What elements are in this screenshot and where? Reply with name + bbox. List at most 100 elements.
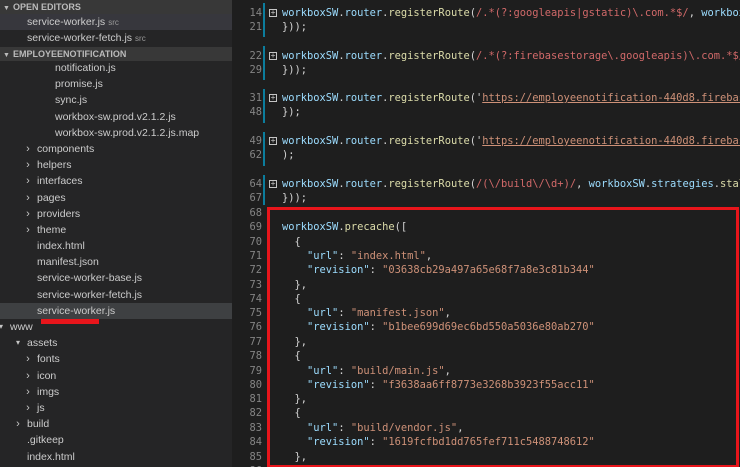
- code-line: }));: [282, 63, 307, 77]
- line-number: 76: [249, 321, 262, 333]
- explorer-sidebar: ▼ OPEN EDITORS service-worker.js src servic…: [0, 0, 232, 467]
- code-token: }));: [282, 21, 308, 33]
- chevron-right-icon[interactable]: ›: [23, 222, 33, 238]
- line-number: 80: [249, 379, 262, 391]
- code-line: workboxSW.router.registerRoute(/.*(?:goo…: [282, 6, 740, 20]
- tree-folder[interactable]: › icon: [0, 368, 232, 384]
- code-line: workboxSW.router.registerRoute('https://…: [282, 134, 740, 148]
- tree-folder[interactable]: › components: [0, 141, 232, 157]
- code-line: );: [282, 148, 295, 162]
- tree-item-label: service-worker-fetch.js: [37, 288, 143, 301]
- fold-expand-icon[interactable]: +: [269, 9, 277, 17]
- chevron-right-icon[interactable]: ›: [23, 157, 33, 173]
- tree-file[interactable]: service-worker.js: [0, 302, 232, 319]
- code-token: /(\/build\/\d+)/: [475, 178, 577, 190]
- chevron-down-icon[interactable]: ▾: [0, 319, 6, 335]
- code-line: });: [282, 105, 301, 119]
- precache-highlight-box: [267, 207, 739, 467]
- chevron-right-icon[interactable]: ›: [23, 400, 33, 416]
- open-editor-item[interactable]: service-worker-fetch.js src: [0, 30, 232, 46]
- chevron-down-icon[interactable]: ▾: [13, 335, 23, 351]
- code-token: workboxSW: [282, 178, 339, 190]
- code-token: workboxSW: [282, 7, 339, 19]
- tree-file[interactable]: notification.js: [0, 60, 232, 76]
- chevron-right-icon[interactable]: ›: [23, 206, 33, 222]
- tree-folder[interactable]: › helpers: [0, 157, 232, 173]
- tree-item-label: pages: [37, 191, 66, 204]
- tree-file[interactable]: sync.js: [0, 92, 232, 108]
- line-number: 79: [249, 365, 262, 377]
- tree-folder[interactable]: ▾ assets: [0, 335, 232, 351]
- tree-item-label: providers: [37, 207, 81, 220]
- line-number: 22: [249, 50, 262, 62]
- fold-expand-icon[interactable]: +: [269, 94, 277, 102]
- tree-folder[interactable]: › js: [0, 400, 232, 416]
- open-editors-header[interactable]: ▼ OPEN EDITORS: [0, 0, 232, 14]
- tree-item-label: components: [37, 142, 95, 155]
- chevron-right-icon[interactable]: ›: [23, 368, 33, 384]
- chevron-right-icon[interactable]: ›: [23, 384, 33, 400]
- tree-item-label: imgs: [37, 385, 60, 398]
- chevron-right-icon[interactable]: ›: [23, 173, 33, 189]
- code-token: });: [282, 106, 301, 118]
- line-number: 82: [249, 407, 262, 419]
- chevron-right-icon[interactable]: ›: [23, 141, 33, 157]
- tree-folder[interactable]: › interfaces: [0, 173, 232, 189]
- fold-expand-icon[interactable]: +: [269, 52, 277, 60]
- line-number: 69: [249, 221, 262, 233]
- code-token: (': [469, 92, 483, 104]
- tree-folder[interactable]: › pages: [0, 190, 232, 206]
- code-token: registerRoute: [388, 92, 470, 104]
- line-number: 78: [249, 350, 262, 362]
- line-number: 21: [249, 21, 262, 33]
- tree-file[interactable]: service-worker-base.js: [0, 270, 232, 286]
- tree-file[interactable]: .gitkeep: [0, 432, 232, 448]
- modified-gutter-bar: [263, 89, 265, 123]
- tree-folder[interactable]: › providers: [0, 206, 232, 222]
- tree-folder[interactable]: › build: [0, 416, 232, 432]
- line-number: 14: [249, 7, 262, 19]
- code-token: https://employeenotification-440d8.fireb…: [482, 92, 740, 104]
- code-line: }));: [282, 20, 307, 34]
- tree-file[interactable]: service-worker-fetch.js: [0, 287, 232, 303]
- tree-file[interactable]: promise.js: [0, 76, 232, 92]
- fold-expand-icon[interactable]: +: [269, 180, 277, 188]
- line-number: 70: [249, 236, 262, 248]
- tree-folder[interactable]: › fonts: [0, 351, 232, 367]
- code-token: (': [469, 135, 483, 147]
- tree-folder[interactable]: › theme: [0, 222, 232, 238]
- line-number: 75: [249, 307, 262, 319]
- tree-item-label: js: [37, 401, 45, 414]
- code-token: router: [344, 178, 383, 190]
- open-editor-item[interactable]: service-worker.js src: [0, 14, 232, 30]
- code-token: workboxSW: [701, 7, 740, 19]
- code-token: router: [344, 92, 383, 104]
- project-header[interactable]: ▼ EMPLOYEENOTIFICATION: [0, 47, 232, 61]
- tree-folder[interactable]: ▾ www: [0, 319, 232, 335]
- line-number: 48: [249, 106, 262, 118]
- tree-item-label: service-worker.js: [37, 304, 116, 317]
- tree-file[interactable]: manifest.json: [0, 254, 232, 270]
- tree-item-label: sync.js: [55, 94, 88, 107]
- fold-expand-icon[interactable]: +: [269, 137, 277, 145]
- line-number: 71: [249, 250, 262, 262]
- tree-item-label: icon: [37, 369, 57, 382]
- file-tree: notification.js promise.js sync.js workbox-…: [0, 60, 232, 465]
- tree-item-label: assets: [27, 337, 58, 350]
- tree-item-label: workbox-sw.prod.v2.1.2.js: [55, 110, 176, 123]
- line-number: 62: [249, 149, 262, 161]
- tree-folder[interactable]: › imgs: [0, 384, 232, 400]
- open-editor-folder: src: [135, 34, 146, 43]
- tree-item-label: www: [10, 321, 33, 333]
- chevron-right-icon[interactable]: ›: [23, 190, 33, 206]
- tree-file[interactable]: index.html: [0, 238, 232, 254]
- chevron-right-icon[interactable]: ›: [13, 416, 23, 432]
- code-token: router: [344, 135, 383, 147]
- code-token: /.*(?:googleapis|gstatic)\.com.*$/: [475, 7, 689, 19]
- chevron-right-icon[interactable]: ›: [23, 351, 33, 367]
- tree-file[interactable]: workbox-sw.prod.v2.1.2.js.map: [0, 125, 232, 141]
- code-token: }));: [282, 192, 308, 204]
- tree-file[interactable]: workbox-sw.prod.v2.1.2.js: [0, 109, 232, 125]
- tree-file[interactable]: index.html: [0, 449, 232, 465]
- open-editor-folder: src: [108, 18, 119, 27]
